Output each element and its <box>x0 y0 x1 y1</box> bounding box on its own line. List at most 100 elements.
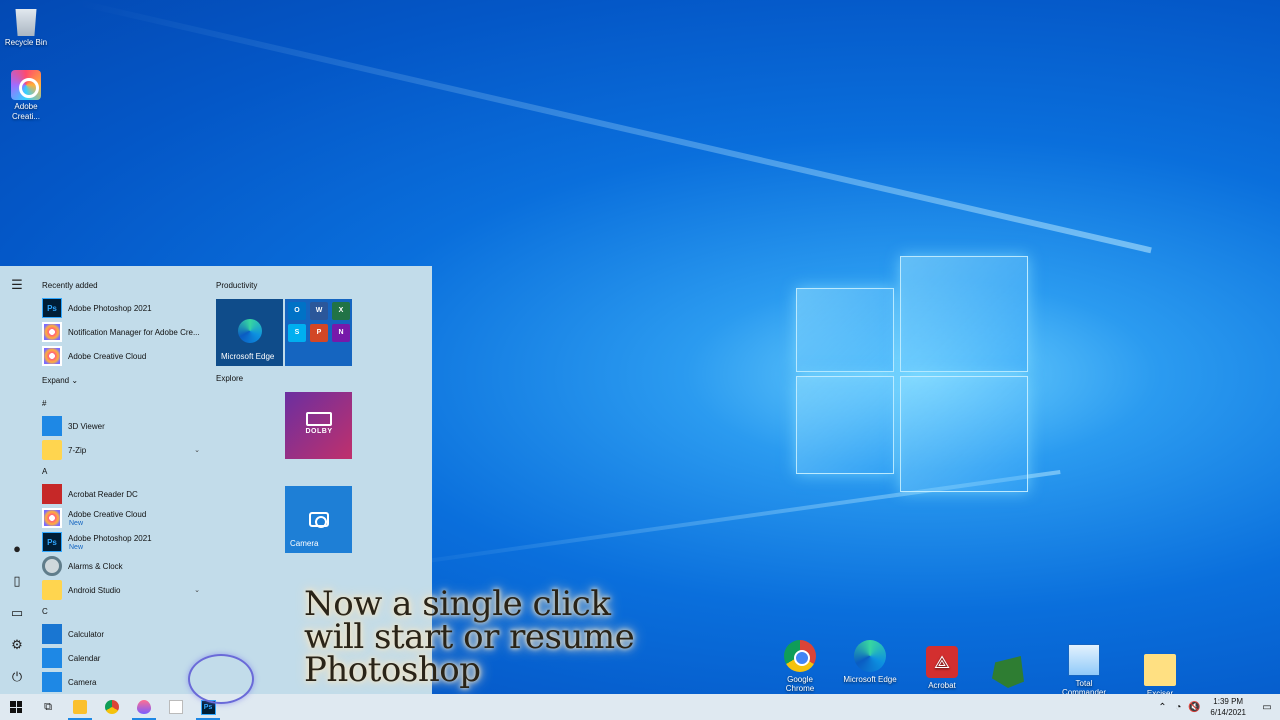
taskbar-chrome[interactable] <box>96 694 128 720</box>
hamburger-menu-icon[interactable]: ☰ <box>8 276 26 294</box>
app-item-notification-manager[interactable]: Notification Manager for Adobe Cre... <box>34 320 206 344</box>
clock[interactable]: 1:39 PM 6/14/2021 <box>1202 696 1254 718</box>
desktop-icon-total-commander[interactable]: Total Commander <box>1056 644 1112 697</box>
dolby-label: DOLBY <box>305 428 333 435</box>
recently-added-header: Recently added <box>42 281 98 290</box>
desktop-icon-microsoft-edge[interactable]: Microsoft Edge <box>842 640 898 684</box>
exciser-icon <box>1144 654 1176 686</box>
chevron-up-icon[interactable]: ⌃ <box>1154 702 1170 713</box>
taskbar-app-drop[interactable] <box>128 694 160 720</box>
edge-icon <box>854 640 886 672</box>
desktop-icon-acrobat[interactable]: Acrobat <box>914 646 970 690</box>
app-item-calculator[interactable]: Calculator <box>34 622 206 646</box>
app-label: Calculator <box>68 629 105 639</box>
app-label: Adobe Photoshop 2021 <box>68 303 152 313</box>
notifications-icon[interactable]: ▭ <box>1254 702 1280 713</box>
calculator-icon <box>42 624 62 644</box>
app-item-photoshop[interactable]: Ps Adobe Photoshop 2021 New <box>34 530 206 554</box>
app-item-7zip[interactable]: 7-Zip ⌄ <box>34 438 206 462</box>
pictures-icon[interactable]: ▭ <box>8 604 26 622</box>
app-item-camera[interactable]: Camera <box>34 670 206 694</box>
logo-pane <box>900 376 1028 492</box>
desktop-icon-label: Acrobat <box>928 681 956 690</box>
desktop-icon-label: Recycle Bin <box>4 38 48 47</box>
app-item-3d-viewer[interactable]: 3D Viewer <box>34 414 206 438</box>
chevron-down-icon[interactable]: ⌄ <box>194 446 200 454</box>
tile-camera[interactable]: Camera <box>285 486 352 553</box>
app-list: Recently added Ps Adobe Photoshop 2021 N… <box>34 276 206 694</box>
task-view-icon: ⧉ <box>44 700 52 713</box>
expand-label: Expand <box>42 376 70 385</box>
speaker-muted-icon[interactable]: 🔇 <box>1186 702 1202 713</box>
app-label: Acrobat Reader DC <box>68 489 138 499</box>
caption-line: Photoshop <box>304 650 481 690</box>
app-label: Notification Manager for Adobe Cre... <box>68 327 200 337</box>
group-letter[interactable]: # <box>34 394 206 414</box>
tile-office-folder[interactable]: O W X S P N <box>285 299 352 366</box>
app-label: Camera <box>68 677 97 687</box>
logo-pane <box>796 376 894 474</box>
drop-app-icon <box>137 700 151 714</box>
user-account-icon[interactable]: ● <box>8 540 26 558</box>
tile-area: Productivity Microsoft Edge O W X S P N … <box>216 276 356 553</box>
camera-icon <box>309 512 329 528</box>
chevron-down-icon[interactable]: ⌄ <box>194 586 200 594</box>
word-icon: W <box>310 302 328 320</box>
document-icon <box>169 700 183 714</box>
onenote-icon: N <box>332 324 350 342</box>
app-label: Adobe Creative Cloud <box>68 351 147 361</box>
power-icon[interactable]: ⏻ <box>8 668 26 686</box>
network-icon[interactable]: ◔ <box>1170 702 1186 713</box>
desktop-icon-label: Microsoft Edge <box>843 675 897 684</box>
tile-microsoft-edge[interactable]: Microsoft Edge <box>216 299 283 366</box>
tutorial-caption: Now a single click will start or resume … <box>304 587 635 690</box>
desktop-icon-green-app[interactable] <box>980 656 1036 691</box>
app-label: Adobe Photoshop 2021 <box>68 533 152 543</box>
app-label: Alarms & Clock <box>68 561 123 571</box>
start-rail: ☰ ● ▯ ▭ ⚙ ⏻ <box>0 266 33 694</box>
group-letter[interactable]: C <box>34 602 206 622</box>
app-item-alarms-clock[interactable]: Alarms & Clock <box>34 554 206 578</box>
app-item-photoshop[interactable]: Ps Adobe Photoshop 2021 <box>34 296 206 320</box>
taskbar-file-explorer[interactable] <box>64 694 96 720</box>
clock-date: 6/14/2021 <box>1210 708 1246 717</box>
logo-pane <box>796 288 894 372</box>
app-label: 7-Zip <box>68 445 87 455</box>
tile-group-productivity[interactable]: Productivity <box>216 276 356 296</box>
group-letter[interactable]: A <box>34 462 206 482</box>
documents-icon[interactable]: ▯ <box>8 572 26 590</box>
app-item-calendar[interactable]: Calendar <box>34 646 206 670</box>
new-badge: New <box>69 520 84 527</box>
logo-pane <box>900 256 1028 372</box>
creative-cloud-icon <box>42 346 62 366</box>
desktop-icon-exciser[interactable]: Exciser <box>1132 654 1188 698</box>
app-label: Adobe Creative Cloud <box>68 509 147 519</box>
chevron-down-icon: ⌄ <box>71 376 79 385</box>
dolby-logo: DOLBY <box>305 412 333 435</box>
clock-time: 1:39 PM <box>1213 697 1244 706</box>
tile-group-explore[interactable]: Explore <box>216 369 243 389</box>
system-tray: ⌃ ◔ 🔇 1:39 PM 6/14/2021 ▭ <box>1154 694 1280 720</box>
tile-dolby[interactable]: DOLBY <box>285 392 352 459</box>
expand-button[interactable]: Expand ⌄ <box>34 368 206 394</box>
task-view-button[interactable]: ⧉ <box>32 694 64 720</box>
wallpaper-light-beam <box>78 0 1152 254</box>
app-item-android-studio[interactable]: Android Studio ⌄ <box>34 578 206 602</box>
settings-gear-icon[interactable]: ⚙ <box>8 636 26 654</box>
desktop-icon-recycle-bin[interactable]: Recycle Bin <box>0 6 52 48</box>
folder-icon <box>42 440 62 460</box>
photoshop-icon: Ps <box>42 298 62 318</box>
camera-icon <box>42 672 62 692</box>
skype-icon: S <box>288 324 306 342</box>
desktop-icon-label: Adobe Creati... <box>11 102 40 121</box>
app-item-acrobat-reader[interactable]: Acrobat Reader DC <box>34 482 206 506</box>
desktop-icon-google-chrome[interactable]: Google Chrome <box>772 640 828 693</box>
start-button[interactable] <box>0 694 32 720</box>
desktop-icon-adobe-creative-cloud[interactable]: Adobe Creati... <box>0 70 52 122</box>
dolby-icon <box>306 412 332 426</box>
creative-cloud-icon <box>42 508 62 528</box>
clock-icon <box>42 556 62 576</box>
taskbar-notepad[interactable] <box>160 694 192 720</box>
app-item-creative-cloud[interactable]: Adobe Creative Cloud New <box>34 506 206 530</box>
app-item-creative-cloud[interactable]: Adobe Creative Cloud <box>34 344 206 368</box>
